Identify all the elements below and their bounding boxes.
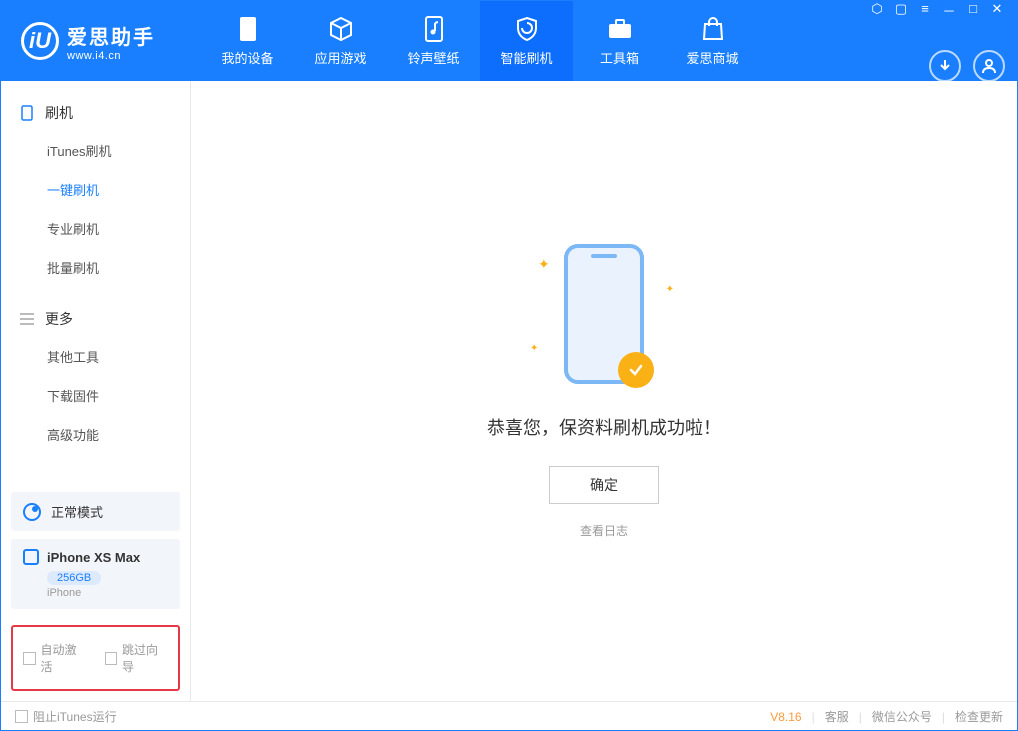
mode-card[interactable]: 正常模式: [11, 492, 180, 531]
success-message: 恭喜您，保资料刷机成功啦！: [487, 414, 721, 440]
shirt-icon[interactable]: ⬡: [869, 1, 885, 20]
shield-icon: [514, 16, 540, 42]
checkbox-auto-activate[interactable]: 自动激活: [23, 641, 87, 675]
header-right: ⬡ ▢ ≡ － □ ✕: [869, 1, 1017, 82]
phone-illustration: [564, 244, 644, 384]
footer-link-service[interactable]: 客服: [825, 708, 849, 725]
tab-toolbox[interactable]: 工具箱: [573, 1, 666, 81]
check-badge-icon: [618, 352, 654, 388]
footer-link-wechat[interactable]: 微信公众号: [872, 708, 932, 725]
bag-icon: [700, 16, 726, 42]
cube-icon: [328, 16, 354, 42]
toolbox-icon: [607, 16, 633, 42]
app-title: 爱思助手: [67, 21, 155, 50]
mode-label: 正常模式: [51, 502, 103, 521]
checkbox-block-itunes[interactable]: 阻止iTunes运行: [15, 708, 117, 725]
device-card[interactable]: iPhone XS Max 256GB iPhone: [11, 539, 180, 609]
music-icon: [421, 16, 447, 42]
ok-button[interactable]: 确定: [549, 466, 659, 504]
nav-tabs: 我的设备 应用游戏 铃声壁纸 智能刷机 工具箱 爱思商城: [201, 1, 759, 81]
sparkle-icon: ✦: [530, 343, 538, 354]
list-icon: [19, 311, 35, 327]
maximize-icon[interactable]: □: [965, 1, 981, 20]
sparkle-icon: ✦: [666, 284, 674, 295]
sidebar-item-itunes[interactable]: iTunes刷机: [1, 131, 190, 170]
sidebar: 刷机 iTunes刷机 一键刷机 专业刷机 批量刷机 更多 其他工具 下载固件 …: [1, 81, 191, 701]
device-name: iPhone XS Max: [47, 550, 140, 565]
success-graphic: ✦ ✦ ✦: [564, 244, 644, 384]
user-button[interactable]: [973, 50, 1005, 82]
app-subtitle: www.i4.cn: [67, 50, 155, 62]
download-button[interactable]: [929, 50, 961, 82]
logo-icon: iU: [21, 22, 59, 60]
view-log-link[interactable]: 查看日志: [580, 522, 628, 539]
sidebar-item-firmware[interactable]: 下载固件: [1, 376, 190, 415]
window-controls: ⬡ ▢ ≡ － □ ✕: [869, 1, 1005, 20]
device-capacity: 256GB: [47, 571, 101, 585]
phone-icon: [235, 16, 261, 42]
footer-link-update[interactable]: 检查更新: [955, 708, 1003, 725]
version-label: V8.16: [770, 710, 801, 724]
app-header: iU 爱思助手 www.i4.cn 我的设备 应用游戏 铃声壁纸 智能刷机 工具…: [1, 1, 1017, 81]
device-type: iPhone: [47, 587, 168, 599]
menu-icon[interactable]: ≡: [917, 1, 933, 20]
sidebar-item-advanced[interactable]: 高级功能: [1, 415, 190, 454]
sidebar-section-more: 更多: [1, 301, 190, 337]
tab-store[interactable]: 爱思商城: [666, 1, 759, 81]
sidebar-item-onekey[interactable]: 一键刷机: [1, 170, 190, 209]
sparkle-icon: ✦: [538, 256, 550, 273]
options-highlight: 自动激活 跳过向导: [11, 625, 180, 691]
tab-mydevice[interactable]: 我的设备: [201, 1, 294, 81]
sidebar-item-pro[interactable]: 专业刷机: [1, 209, 190, 248]
tab-ringtone[interactable]: 铃声壁纸: [387, 1, 480, 81]
tab-flash[interactable]: 智能刷机: [480, 1, 573, 81]
checkbox-skip-guide[interactable]: 跳过向导: [105, 641, 169, 675]
mode-icon: [23, 503, 41, 521]
logo: iU 爱思助手 www.i4.cn: [1, 21, 201, 62]
sidebar-section-flash: 刷机: [1, 95, 190, 131]
main-content: ✦ ✦ ✦ 恭喜您，保资料刷机成功啦！ 确定 查看日志: [191, 81, 1017, 701]
device-small-icon: [19, 105, 35, 121]
tab-apps[interactable]: 应用游戏: [294, 1, 387, 81]
footer: 阻止iTunes运行 V8.16 | 客服 | 微信公众号 | 检查更新: [1, 701, 1017, 731]
sidebar-item-batch[interactable]: 批量刷机: [1, 248, 190, 287]
minimize-icon[interactable]: －: [941, 1, 957, 20]
sidebar-item-other[interactable]: 其他工具: [1, 337, 190, 376]
close-icon[interactable]: ✕: [989, 1, 1005, 20]
device-icon: [23, 549, 39, 565]
feedback-icon[interactable]: ▢: [893, 1, 909, 20]
